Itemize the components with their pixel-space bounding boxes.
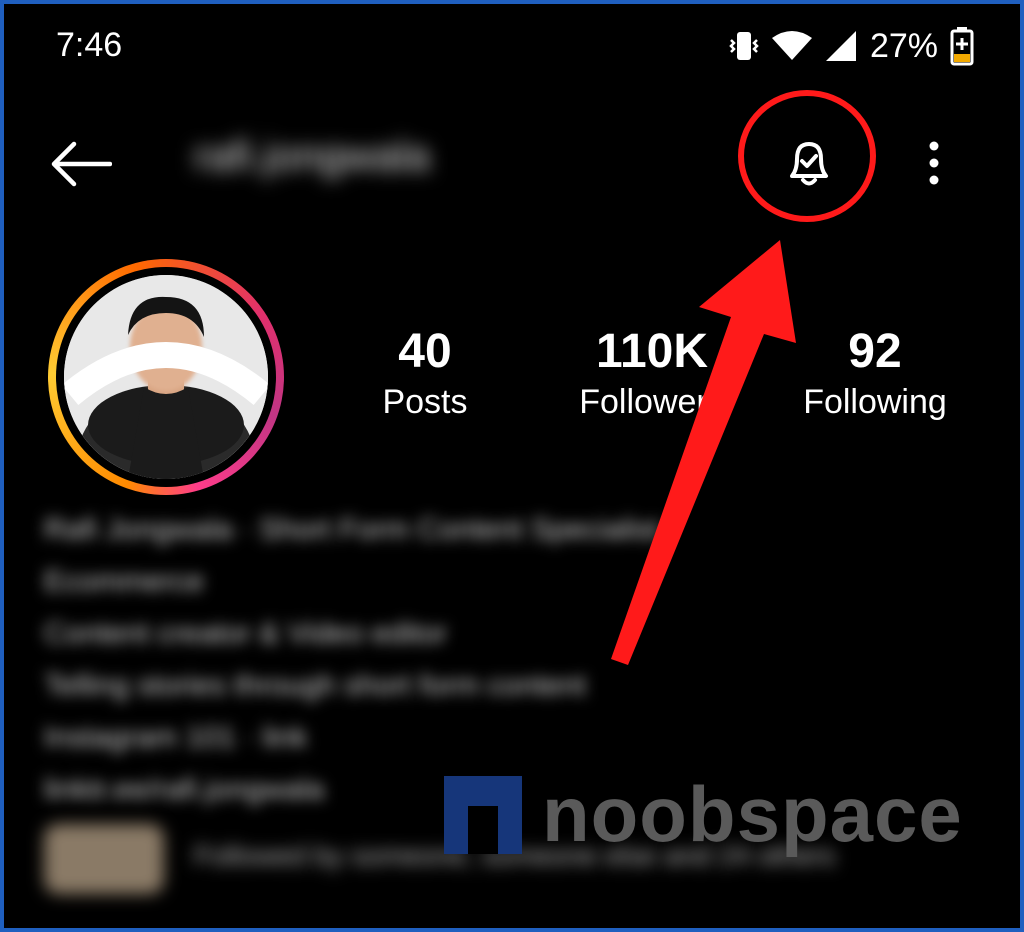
- bio-line: Content creator & Video editor: [44, 617, 448, 650]
- stat-label: Followers: [579, 383, 725, 421]
- screenshot-frame: 7:46 27% rafi.jongwala 40 Posts 110K Fol…: [4, 4, 1020, 928]
- arrow-left-icon[interactable]: [48, 140, 113, 188]
- profile-avatar[interactable]: [48, 259, 284, 495]
- status-bar: 7:46 27%: [4, 24, 1020, 72]
- mutual-followers-avatars: [44, 824, 164, 894]
- annotation-circle: [738, 90, 876, 222]
- stat-label: Following: [803, 383, 947, 421]
- stat-following[interactable]: 92 Following: [790, 324, 960, 424]
- vibrate-icon: [728, 28, 760, 64]
- stat-followers[interactable]: 110K Followers: [564, 324, 740, 424]
- profile-app-bar: rafi.jongwala: [4, 90, 1020, 222]
- avatar-photo: [64, 275, 268, 479]
- stat-value: 40: [398, 325, 452, 378]
- more-vertical-icon[interactable]: [922, 138, 946, 188]
- battery-percent: 27%: [869, 26, 938, 65]
- stat-posts[interactable]: 40 Posts: [360, 324, 490, 424]
- bio-line: Telling stories through short form conte…: [44, 669, 586, 702]
- watermark-text: noobspace: [542, 770, 963, 858]
- bio-line: Ecommerce: [44, 565, 205, 598]
- stat-value: 92: [848, 325, 902, 378]
- profile-username: rafi.jongwala: [194, 132, 430, 179]
- stat-label: Posts: [382, 383, 468, 421]
- status-time: 7:46: [56, 26, 123, 64]
- battery-icon: [950, 26, 974, 66]
- signal-icon: [824, 29, 858, 63]
- bio-line: Rafi Jongwala · Short Form Content Speci…: [44, 513, 660, 546]
- watermark: noobspace: [444, 769, 963, 860]
- wifi-icon: [771, 30, 812, 62]
- watermark-logo: [444, 775, 522, 854]
- bio-line: Instagram 101 · link: [44, 721, 308, 754]
- status-icons: 27%: [728, 26, 974, 66]
- stat-value: 110K: [595, 325, 709, 378]
